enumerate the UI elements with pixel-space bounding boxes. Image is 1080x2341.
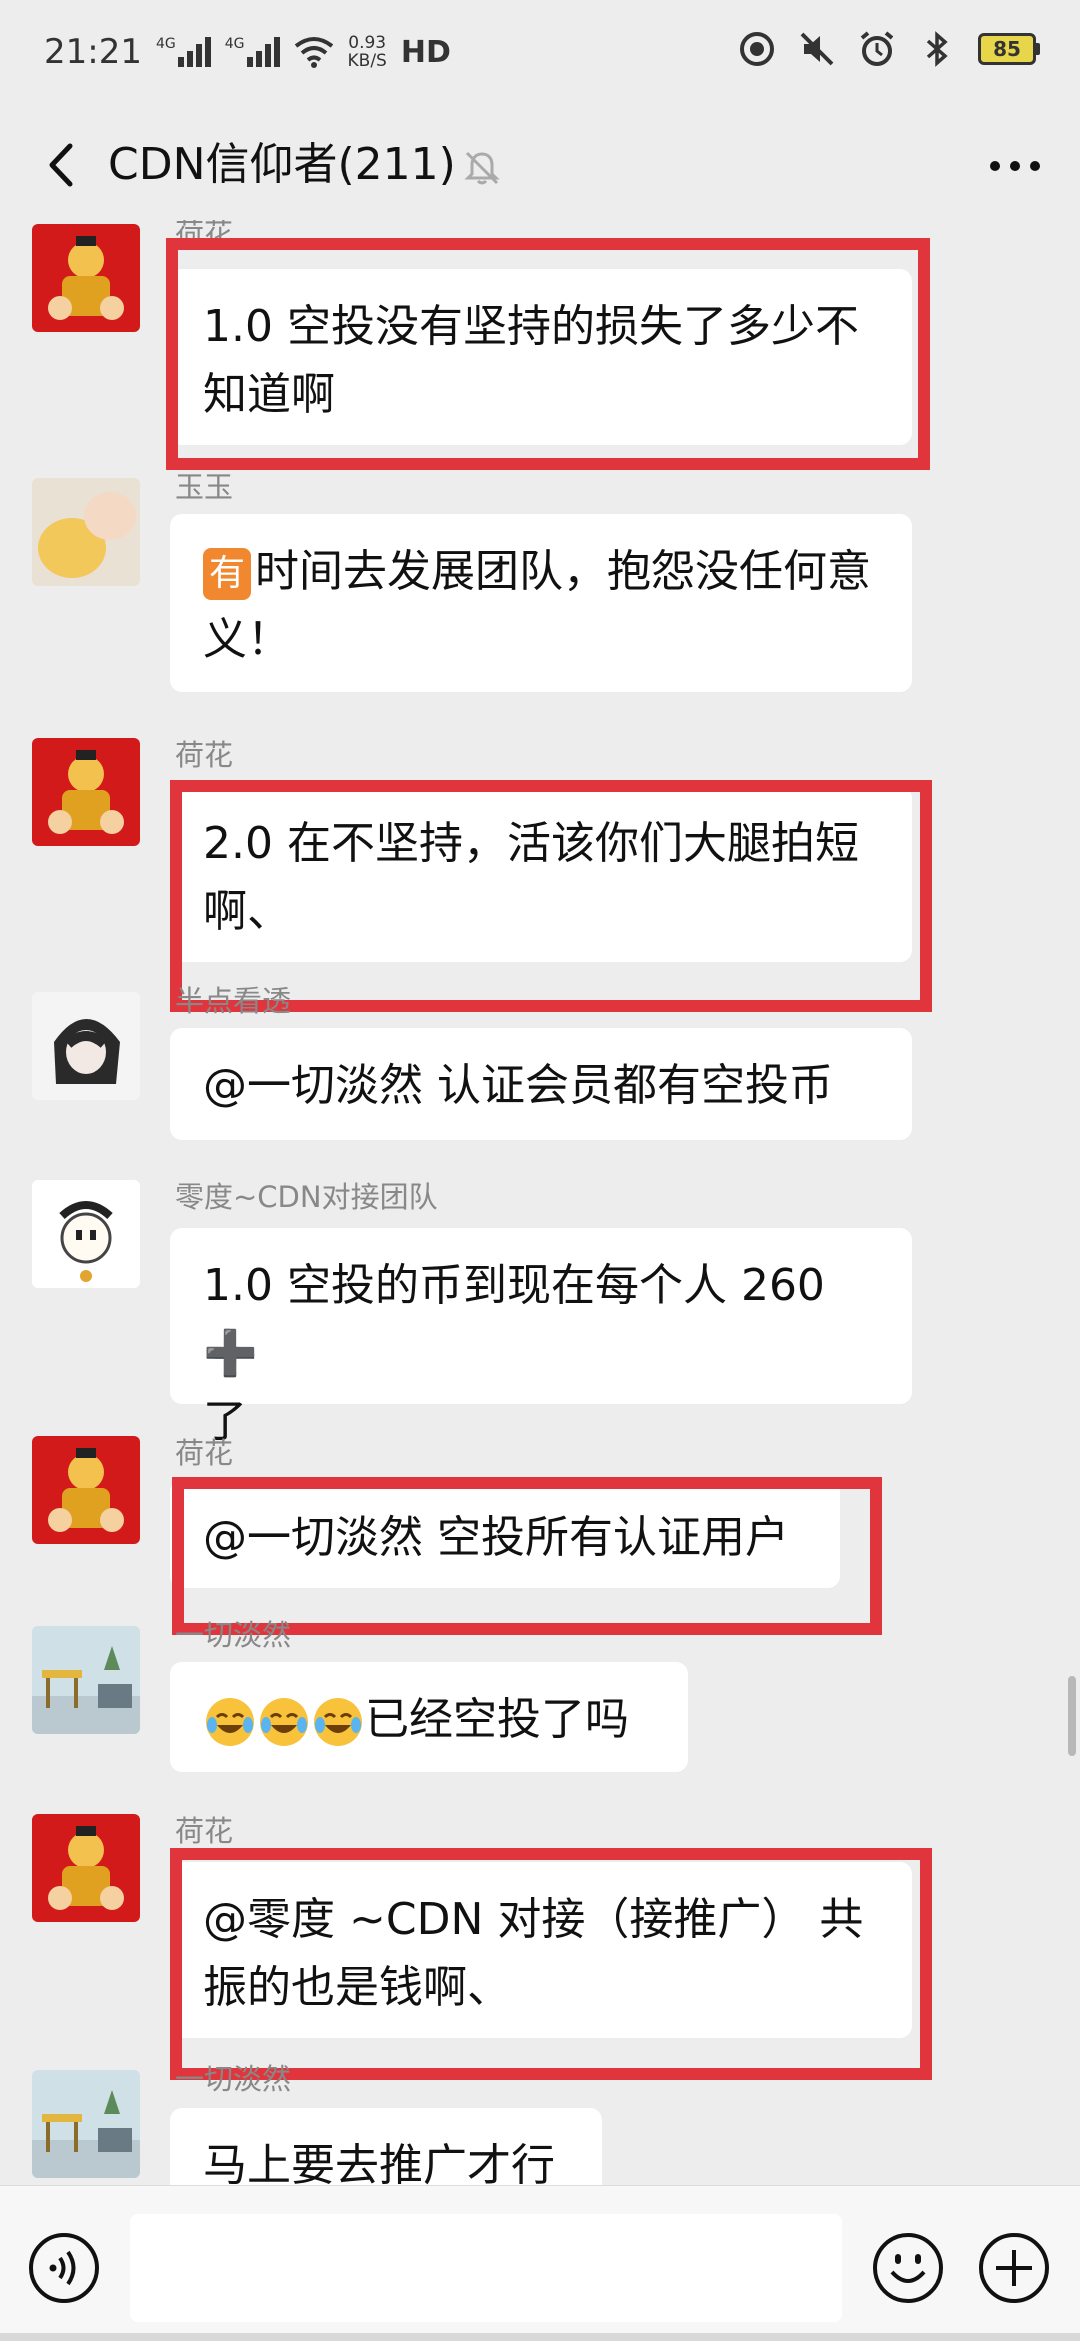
message-input[interactable] bbox=[130, 2214, 842, 2322]
message-text: 1.0 空投的币到现在每个人 260 bbox=[203, 1260, 825, 1311]
sender-name: 荷花 bbox=[175, 1436, 234, 1470]
message-bubble[interactable]: 1.0 空投没有坚持的损失了多少不知道啊 bbox=[170, 269, 912, 445]
clock: 21:21 bbox=[44, 32, 142, 72]
avatar[interactable] bbox=[32, 1180, 140, 1288]
message-text: 1.0 空投没有坚持的损失了多少不知道啊 bbox=[203, 301, 859, 420]
message-text: @零度 ~CDN 对接（接推广） 共振的也是钱啊、 bbox=[203, 1894, 864, 2013]
network-type-2: 4G bbox=[224, 36, 245, 52]
message-list[interactable]: 荷花 1.0 空投没有坚持的损失了多少不知道啊 玉玉 有时间去发展团队，抱怨没任… bbox=[0, 220, 1080, 2185]
battery-indicator: 85 bbox=[978, 33, 1040, 65]
avatar[interactable] bbox=[32, 478, 140, 586]
avatar[interactable] bbox=[32, 1436, 140, 1544]
avatar[interactable] bbox=[32, 738, 140, 846]
message-text: 时间去发展团队，抱怨没任何意义！ bbox=[203, 546, 871, 665]
emoji-icon[interactable] bbox=[870, 2230, 946, 2306]
message-text: @一切淡然 空投所有认证用户 bbox=[203, 1512, 789, 1563]
sender-name: 玉玉 bbox=[175, 470, 234, 504]
sender-name: 零度~CDN对接团队 bbox=[175, 1180, 438, 1214]
avatar[interactable] bbox=[32, 2070, 140, 2178]
avatar[interactable] bbox=[32, 1814, 140, 1922]
message-text: @一切淡然 认证会员都有空投币 bbox=[203, 1060, 833, 1111]
speed-unit: KB/S bbox=[347, 51, 387, 71]
message-bubble[interactable]: 1.0 空投的币到现在每个人 260➕ 了 bbox=[170, 1228, 912, 1447]
message-bubble[interactable]: 马上要去推广才行 bbox=[170, 2108, 602, 2185]
laughing-emoji bbox=[314, 1698, 362, 1746]
message-bubble[interactable]: 2.0 在不坚持，活该你们大腿拍短啊、 bbox=[170, 786, 912, 962]
battery-level: 85 bbox=[978, 33, 1036, 65]
avatar[interactable] bbox=[32, 1626, 140, 1734]
signal-icon-2: 4G bbox=[225, 37, 280, 67]
message-text: 2.0 在不坚持，活该你们大腿拍短啊、 bbox=[203, 818, 859, 937]
message-bubble[interactable]: 已经空投了吗 bbox=[170, 1662, 688, 1772]
laughing-emoji bbox=[206, 1698, 254, 1746]
record-icon bbox=[740, 32, 774, 66]
message-bubble[interactable]: @零度 ~CDN 对接（接推广） 共振的也是钱啊、 bbox=[170, 1862, 912, 2038]
message-bubble[interactable]: @一切淡然 空投所有认证用户 bbox=[170, 1480, 840, 1588]
status-bar: 21:21 4G 4G 0.93 KB/S HD 85 bbox=[0, 0, 1080, 110]
more-icon[interactable] bbox=[980, 136, 1050, 196]
message-text: 马上要去推广才行 bbox=[203, 2140, 555, 2185]
sender-name: 一切淡然 bbox=[175, 2062, 292, 2096]
message-bubble[interactable]: 有时间去发展团队，抱怨没任何意义！ bbox=[170, 514, 912, 692]
sender-name: 一切淡然 bbox=[175, 1618, 292, 1652]
sender-name: 半点看透 bbox=[175, 984, 292, 1018]
wifi-icon bbox=[294, 37, 333, 68]
mute-icon bbox=[464, 151, 500, 185]
back-icon[interactable] bbox=[30, 130, 100, 200]
message-bubble[interactable]: @一切淡然 认证会员都有空投币 bbox=[170, 1028, 912, 1140]
input-bar bbox=[0, 2185, 1080, 2341]
sender-name: 荷花 bbox=[175, 1814, 234, 1848]
sender-name: 荷花 bbox=[175, 738, 234, 772]
plus-icon[interactable] bbox=[976, 2230, 1052, 2306]
network-speed: 0.93 KB/S bbox=[348, 34, 387, 70]
sender-name: 荷花 bbox=[175, 220, 234, 250]
plus-emoji: ➕ bbox=[203, 1328, 258, 1379]
avatar[interactable] bbox=[32, 224, 140, 332]
message-text: 已经空投了吗 bbox=[365, 1694, 629, 1745]
bluetooth-icon bbox=[926, 31, 948, 67]
voice-icon[interactable] bbox=[26, 2230, 102, 2306]
laughing-emoji bbox=[260, 1698, 308, 1746]
hd-indicator: HD bbox=[400, 34, 451, 70]
avatar[interactable] bbox=[32, 992, 140, 1100]
silent-icon bbox=[800, 32, 834, 66]
speed-value: 0.93 bbox=[348, 33, 387, 53]
badge: 有 bbox=[203, 548, 251, 600]
alarm-icon bbox=[860, 31, 894, 66]
chat-header: CDN信仰者(211) bbox=[0, 110, 1080, 220]
signal-icon: 4G bbox=[156, 37, 211, 67]
chat-title: CDN信仰者(211) bbox=[108, 139, 456, 190]
scrollbar[interactable] bbox=[1068, 1676, 1076, 1756]
network-type-1: 4G bbox=[155, 36, 176, 52]
